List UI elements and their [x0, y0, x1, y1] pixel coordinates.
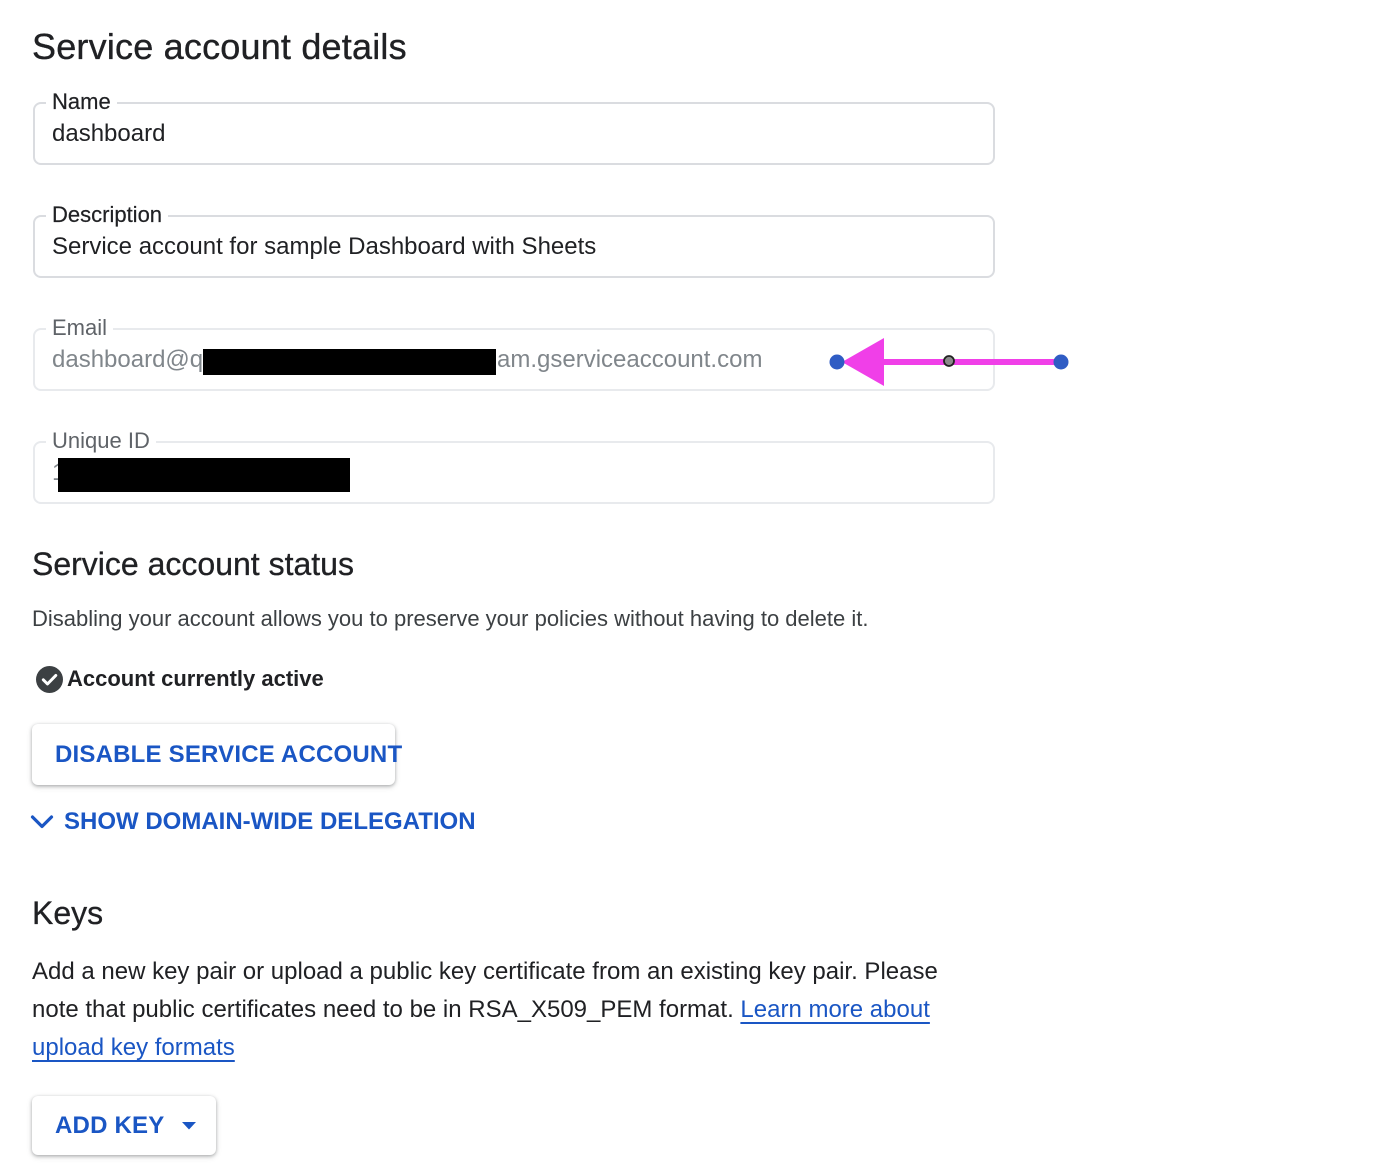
- email-field-value-prefix: dashboard@q: [52, 346, 204, 373]
- unique-id-field: Unique ID 1: [33, 427, 995, 504]
- name-field-value[interactable]: dashboard: [52, 119, 165, 149]
- status-section-title: Service account status: [32, 546, 354, 582]
- keys-description: Add a new key pair or upload a public ke…: [32, 953, 972, 1067]
- status-description: Disabling your account allows you to pre…: [32, 606, 869, 631]
- email-field-label: Email: [46, 314, 114, 342]
- add-key-button[interactable]: ADD KEY: [32, 1096, 216, 1155]
- name-field[interactable]: Name dashboard: [33, 88, 995, 165]
- keys-section-title: Keys: [32, 895, 104, 931]
- description-field-label: Description: [46, 201, 169, 229]
- description-field-value[interactable]: Service account for sample Dashboard wit…: [52, 232, 596, 262]
- email-field-value-suffix: am.gserviceaccount.com: [497, 346, 763, 373]
- description-field[interactable]: Description Service account for sample D…: [33, 201, 995, 278]
- account-status: Account currently active: [36, 664, 324, 694]
- account-status-label: Account currently active: [67, 666, 324, 691]
- add-key-label: ADD KEY: [55, 1111, 165, 1139]
- caret-down-icon: [182, 1121, 197, 1129]
- page-title: Service account details: [32, 26, 407, 67]
- disable-service-account-label: DISABLE SERVICE ACCOUNT: [55, 740, 403, 768]
- show-domain-wide-delegation-toggle[interactable]: SHOW DOMAIN-WIDE DELEGATION: [30, 808, 476, 836]
- name-field-label: Name: [46, 88, 117, 116]
- unique-id-field-label: Unique ID: [46, 427, 156, 455]
- unique-id-redaction: [58, 458, 350, 492]
- chevron-down-icon: [30, 815, 54, 829]
- check-circle-icon: [36, 665, 63, 693]
- email-redaction: [203, 349, 496, 375]
- show-domain-wide-delegation-label: SHOW DOMAIN-WIDE DELEGATION: [64, 808, 476, 835]
- arrow-annotation-icon: [829, 338, 1069, 386]
- disable-service-account-button[interactable]: DISABLE SERVICE ACCOUNT: [32, 724, 402, 785]
